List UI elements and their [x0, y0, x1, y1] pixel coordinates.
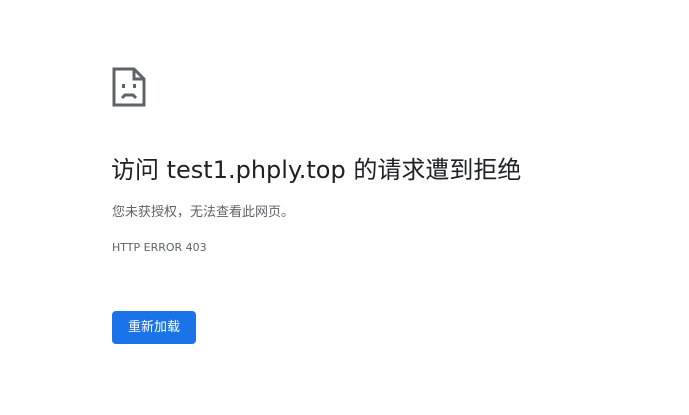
error-code: HTTP ERROR 403 [112, 241, 207, 254]
sad-page-icon [112, 67, 146, 107]
error-title: 访问 test1.phply.top 的请求遭到拒绝 [111, 156, 522, 184]
reload-button[interactable]: 重新加载 [112, 311, 196, 344]
error-description: 您未获授权，无法查看此网页。 [112, 205, 295, 220]
